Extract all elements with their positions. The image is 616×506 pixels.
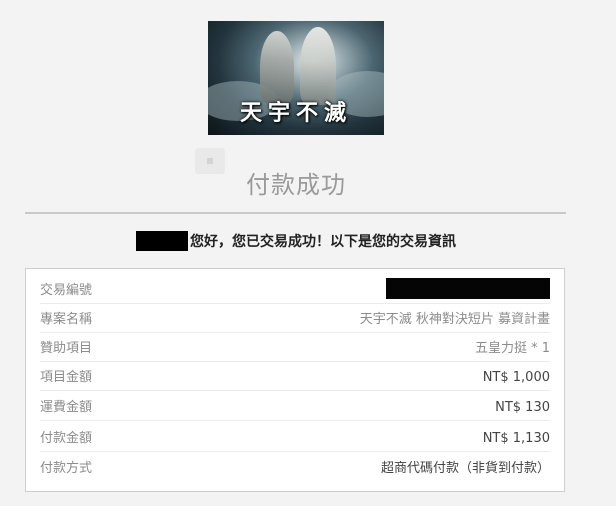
detail-label: 專案名稱	[40, 312, 93, 327]
detail-label: 贊助項目	[40, 341, 93, 356]
transaction-details-card: 交易編號 專案名稱 天宇不滅 秋神對決短片 募資計畫 贊助項目 五皇力挺 * 1…	[25, 268, 565, 492]
detail-row-payment-method: 付款方式 超商代碼付款（非貨到付款）	[40, 452, 550, 481]
redacted-username	[136, 231, 188, 251]
detail-label: 付款金額	[40, 431, 93, 446]
banner-character	[260, 31, 294, 103]
detail-row-shipping-fee: 運費金額 NT$ 130	[40, 391, 550, 421]
redacted-transaction-id	[386, 278, 550, 299]
detail-label: 運費金額	[40, 400, 93, 415]
detail-label: 項目金額	[40, 370, 93, 385]
detail-value: NT$ 130	[495, 400, 550, 415]
detail-value: 天宇不滅 秋神對決短片 募資計畫	[359, 312, 550, 327]
detail-value: 五皇力挺 * 1	[474, 341, 550, 356]
greeting-text: 您好，您已交易成功！以下是您的交易資訊	[190, 234, 456, 250]
greeting-message: 您好，您已交易成功！以下是您的交易資訊	[0, 231, 592, 251]
divider	[25, 212, 566, 214]
detail-row-item-amount: 項目金額 NT$ 1,000	[40, 361, 550, 391]
detail-value: NT$ 1,000	[482, 370, 550, 385]
detail-row-transaction-id: 交易編號	[40, 274, 550, 304]
banner-logo-text: 天宇不滅	[239, 100, 352, 126]
banner-character	[300, 27, 336, 105]
detail-row-payment-amount: 付款金額 NT$ 1,130	[40, 422, 550, 452]
page-title: 付款成功	[246, 171, 346, 199]
project-banner-image: 天宇不滅	[208, 21, 384, 135]
detail-label: 付款方式	[40, 461, 93, 476]
detail-row-project-name: 專案名稱 天宇不滅 秋神對決短片 募資計畫	[40, 303, 550, 333]
detail-value: NT$ 1,130	[482, 431, 550, 446]
detail-row-reward-item: 贊助項目 五皇力挺 * 1	[40, 332, 550, 362]
detail-label: 交易編號	[40, 283, 93, 298]
detail-value: 超商代碼付款（非貨到付款）	[380, 461, 550, 476]
